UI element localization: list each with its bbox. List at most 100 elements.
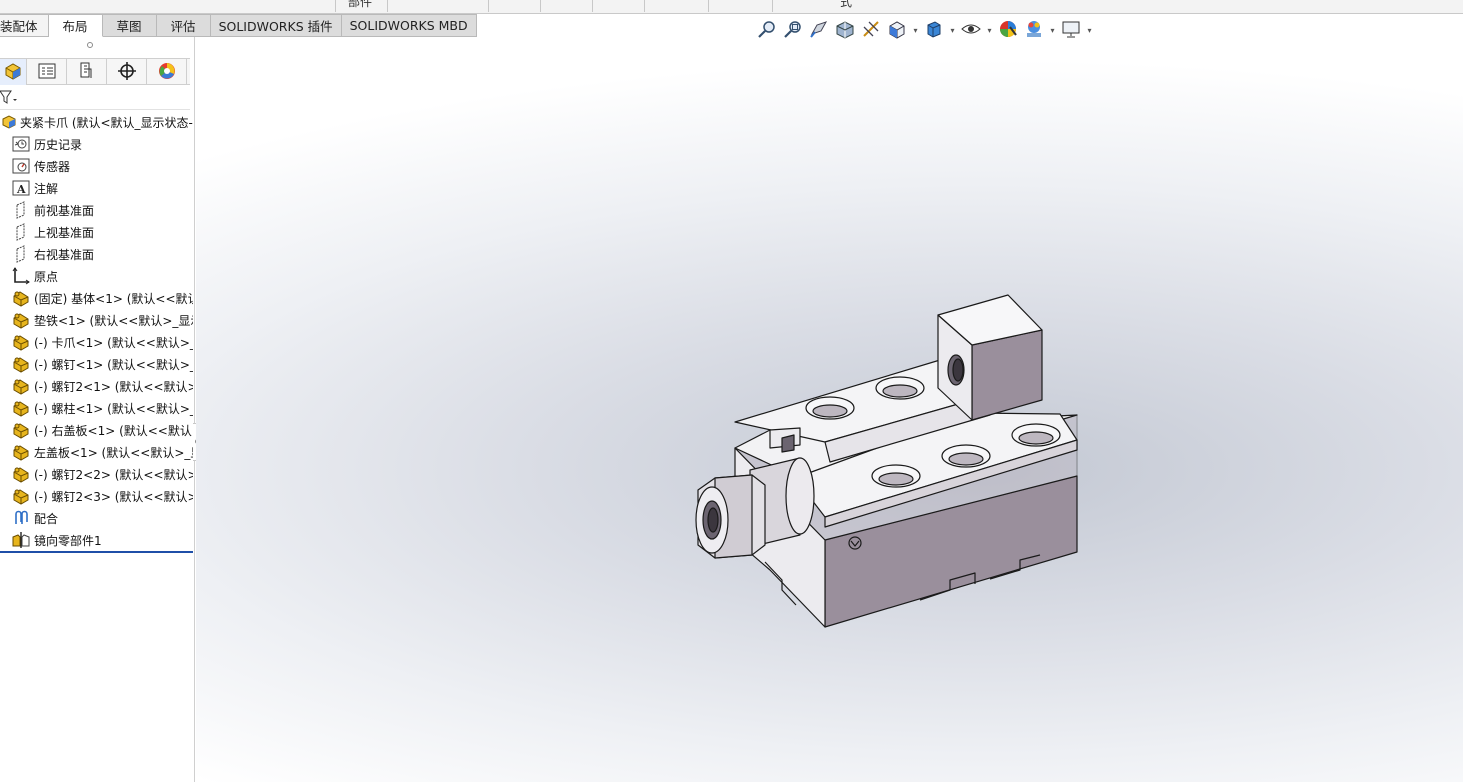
tab-sketch[interactable]: 草图 xyxy=(102,14,157,37)
part-icon xyxy=(12,443,30,461)
tree-root-label: 夹紧卡爪 (默认<默认_显示状态-1 xyxy=(20,115,193,130)
previous-view-icon xyxy=(809,19,829,42)
dynamic-annotation-button[interactable] xyxy=(859,19,883,41)
svg-text:A: A xyxy=(16,183,26,196)
ribbon-fragment-label[interactable]: 式 xyxy=(840,0,852,10)
hide-show-items-button[interactable] xyxy=(959,19,983,41)
view-orientation-button[interactable] xyxy=(885,19,909,41)
chevron-down-icon[interactable]: ▾ xyxy=(948,19,957,41)
tree-item-sensors[interactable]: 传感器 xyxy=(0,155,193,177)
tree-item-label: 上视基准面 xyxy=(34,225,95,240)
part-icon xyxy=(12,377,30,395)
tab-solidworks-mbd[interactable]: SOLIDWORKS MBD xyxy=(341,14,477,37)
tree-item-mirror-component[interactable]: 镜向零部件1 xyxy=(0,529,193,551)
part-icon xyxy=(12,465,30,483)
chevron-down-icon[interactable]: ⌄ xyxy=(205,0,213,3)
section-view-button[interactable] xyxy=(833,19,857,41)
plane-icon xyxy=(12,223,30,241)
tree-item-origin[interactable]: 原点 xyxy=(0,265,193,287)
tree-root-assembly[interactable]: 夹紧卡爪 (默认<默认_显示状态-1 xyxy=(0,111,193,133)
edit-appearance-button[interactable] xyxy=(996,19,1020,41)
tree-item-component[interactable]: (-) 右盖板<1> (默认<<默认> xyxy=(0,419,193,441)
command-manager-tabs: 装配体 布局 草图 评估 SOLIDWORKS 插件 SOLIDWORKS MB… xyxy=(0,14,477,37)
tab-solidworks-addins[interactable]: SOLIDWORKS 插件 xyxy=(210,14,342,37)
chevron-down-icon[interactable]: ⌄ xyxy=(460,0,468,3)
tree-item-right-plane[interactable]: 右视基准面 xyxy=(0,243,193,265)
tab-configuration-manager[interactable] xyxy=(67,59,107,85)
tree-item-component[interactable]: (-) 螺钉2<1> (默认<<默认>_ xyxy=(0,375,193,397)
dropdown-caret-icon[interactable]: ⌐ xyxy=(148,0,156,3)
tree-item-component[interactable]: (-) 螺柱<1> (默认<<默认>_显 xyxy=(0,397,193,419)
tree-item-label: 传感器 xyxy=(34,159,71,174)
display-style-button[interactable] xyxy=(922,19,946,41)
chevron-down-icon[interactable]: ⌄ xyxy=(612,0,620,3)
tree-item-mates[interactable]: 配合 xyxy=(0,507,193,529)
heads-up-view-toolbar: ▾ ▾ ▾ ▾ ▾ xyxy=(755,19,1094,41)
color-wheel-icon xyxy=(157,61,177,84)
tree-item-component[interactable]: (-) 螺钉2<2> (默认<<默认>_ xyxy=(0,463,193,485)
section-view-icon xyxy=(835,19,855,42)
tree-item-front-plane[interactable]: 前视基准面 xyxy=(0,199,193,221)
tree-item-label: (-) 螺柱<1> (默认<<默认>_显 xyxy=(34,401,193,416)
chevron-down-icon[interactable]: ▾ xyxy=(1085,19,1094,41)
chevron-down-icon[interactable]: ⌄ xyxy=(305,0,313,3)
splitter-handle[interactable] xyxy=(87,42,93,48)
tree-item-component[interactable]: 左盖板<1> (默认<<默认>_显示 xyxy=(0,441,193,463)
tree-item-label: (-) 卡爪<1> (默认<<默认>_显 xyxy=(34,335,193,350)
chevron-down-icon[interactable]: ▾ xyxy=(985,19,994,41)
chevron-down-icon[interactable]: ⌄ xyxy=(410,0,418,3)
chevron-down-icon[interactable]: ▾ xyxy=(1048,19,1057,41)
tab-dimxpert-manager[interactable] xyxy=(107,59,147,85)
monitor-icon xyxy=(1061,19,1081,42)
tree-item-label: 前视基准面 xyxy=(34,203,95,218)
feature-tree: 夹紧卡爪 (默认<默认_显示状态-1 历史记录 传感器 A 注解 前视基准面 上… xyxy=(0,111,193,551)
filter-row xyxy=(0,86,190,110)
zoom-to-area-button[interactable] xyxy=(781,19,805,41)
tree-item-label: 镜向零部件1 xyxy=(34,533,102,548)
tree-item-label: 右视基准面 xyxy=(34,247,95,262)
tab-property-manager[interactable] xyxy=(27,59,67,85)
display-style-icon xyxy=(924,19,944,42)
view-settings-button[interactable] xyxy=(1059,19,1083,41)
tree-item-component[interactable]: (-) 螺钉2<3> (默认<<默认>_ xyxy=(0,485,193,507)
tab-feature-manager[interactable] xyxy=(0,59,27,85)
tree-rollback-bar[interactable] xyxy=(0,551,193,553)
previous-view-button[interactable] xyxy=(807,19,831,41)
zoom-to-fit-button[interactable] xyxy=(755,19,779,41)
crosshair-icon xyxy=(117,61,137,84)
tab-layout[interactable]: 布局 xyxy=(48,14,103,37)
ribbon-divider xyxy=(644,0,645,12)
part-icon xyxy=(12,333,30,351)
ribbon-fragment-label[interactable]: 部件 xyxy=(348,0,372,10)
tree-item-annotations[interactable]: A 注解 xyxy=(0,177,193,199)
part-icon xyxy=(12,289,30,307)
ribbon-strip: 部件 式 ⌐ ⌄ ⌄ ⌄ ⌄ ⌄ xyxy=(0,0,1463,14)
tree-item-label: (-) 螺钉2<2> (默认<<默认>_ xyxy=(34,467,193,482)
tree-item-component[interactable]: 垫铁<1> (默认<<默认>_显示 xyxy=(0,309,193,331)
tab-display-manager[interactable] xyxy=(147,59,187,85)
eye-icon xyxy=(961,19,981,42)
tree-item-label: (固定) 基体<1> (默认<<默认 xyxy=(34,291,193,306)
part-icon xyxy=(12,355,30,373)
ribbon-divider xyxy=(540,0,541,12)
part-icon xyxy=(12,311,30,329)
configuration-manager-icon xyxy=(78,61,96,84)
tree-item-component[interactable]: (固定) 基体<1> (默认<<默认 xyxy=(0,287,193,309)
apply-scene-button[interactable] xyxy=(1022,19,1046,41)
appearance-icon xyxy=(998,19,1018,42)
annotation-views-icon xyxy=(861,19,881,42)
assembly-3d-model[interactable] xyxy=(690,290,1090,635)
tree-item-label: (-) 螺钉2<1> (默认<<默认>_ xyxy=(34,379,193,394)
ribbon-divider xyxy=(488,0,489,12)
filter-icon[interactable] xyxy=(0,89,20,108)
tree-item-history[interactable]: 历史记录 xyxy=(0,133,193,155)
chevron-down-icon[interactable]: ▾ xyxy=(911,19,920,41)
tab-evaluate[interactable]: 评估 xyxy=(156,14,211,37)
tree-item-component[interactable]: (-) 卡爪<1> (默认<<默认>_显 xyxy=(0,331,193,353)
tree-item-component[interactable]: (-) 螺钉<1> (默认<<默认>_显 xyxy=(0,353,193,375)
tree-item-label: (-) 螺钉<1> (默认<<默认>_显 xyxy=(34,357,193,372)
part-icon xyxy=(12,399,30,417)
tab-assembly[interactable]: 装配体 xyxy=(0,14,49,37)
ribbon-divider xyxy=(772,0,773,12)
tree-item-top-plane[interactable]: 上视基准面 xyxy=(0,221,193,243)
